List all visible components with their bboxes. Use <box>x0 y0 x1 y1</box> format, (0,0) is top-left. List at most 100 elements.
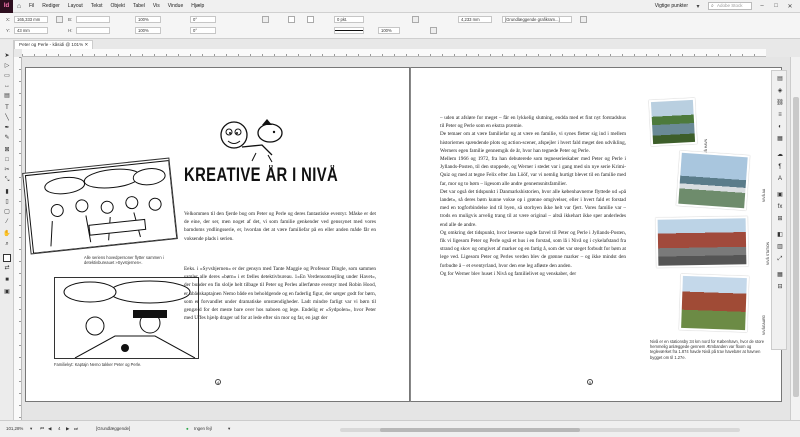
master-style-select[interactable]: [Grundlæggende] <box>96 426 130 431</box>
photo-boats[interactable] <box>676 150 750 211</box>
quick-apply-icon[interactable] <box>580 16 587 23</box>
scissors-icon[interactable]: ✂ <box>3 166 11 174</box>
preflight-menu-icon[interactable]: ▾ <box>228 426 230 432</box>
text-wrap-icon[interactable] <box>430 27 437 34</box>
stock-search-input[interactable]: ⌕ Adobe Stock <box>708 2 752 10</box>
vertical-scroll-thumb[interactable] <box>793 97 799 397</box>
tab-document[interactable]: Peter og Perle - kåsidi @ 101% ✕ <box>14 40 94 49</box>
links-panel-icon[interactable]: ⛓ <box>775 99 785 108</box>
menu-table[interactable]: Tabel <box>129 3 149 9</box>
photo-station[interactable] <box>655 216 749 268</box>
prev-page-icon[interactable]: ◀ <box>48 426 51 432</box>
swatches-panel-icon[interactable]: ▦ <box>775 135 785 144</box>
apply-color-icon[interactable]: ■ <box>3 276 11 284</box>
rect-frame-icon[interactable]: ⊠ <box>3 146 11 154</box>
menu-help[interactable]: Hjælp <box>187 3 208 9</box>
zoom-tool-icon[interactable]: ⌕ <box>3 240 11 248</box>
chevron-down-icon[interactable]: ▾ <box>30 426 32 432</box>
menu-layout[interactable]: Layout <box>64 3 87 9</box>
hand-tool-icon[interactable]: ✋ <box>3 230 11 238</box>
minimize-icon[interactable]: – <box>758 3 766 9</box>
fill-color-icon[interactable] <box>3 254 11 262</box>
shear-field[interactable]: 0° <box>190 27 216 34</box>
comic-panel-2[interactable] <box>54 277 199 359</box>
note-tool-icon[interactable]: ▢ <box>3 208 11 216</box>
mascot-drawing[interactable] <box>212 115 292 165</box>
fill-swatch-icon[interactable] <box>288 16 295 23</box>
flip-icon[interactable] <box>262 16 269 23</box>
horizontal-scroll-thumb[interactable] <box>380 428 580 432</box>
menu-window[interactable]: Vindue <box>164 3 187 9</box>
x-field[interactable]: 165,333 mm <box>14 16 48 23</box>
scale-x-field[interactable]: 100% <box>135 16 161 23</box>
free-transform-icon[interactable]: ⤡ <box>3 176 11 184</box>
maximize-icon[interactable]: □ <box>772 3 780 9</box>
text-wrap-panel-icon[interactable]: ▣ <box>775 191 785 200</box>
content-collector-icon[interactable]: ▤ <box>3 92 11 100</box>
stroke-weight-field[interactable]: 0 pkt. <box>334 16 364 23</box>
caption-comic-1[interactable]: Alle seriens hovedpersoner flytter samme… <box>84 255 194 265</box>
menu-view[interactable]: Vis <box>149 3 164 9</box>
stroke-type-select[interactable] <box>334 27 364 34</box>
color-panel-icon[interactable]: ◐ <box>775 123 785 132</box>
first-page-icon[interactable]: ⏮ <box>40 426 44 431</box>
photo-harbor[interactable] <box>648 97 698 147</box>
caption-photos[interactable]: Nivå er en stationsby 34 km nord for Køb… <box>650 339 766 360</box>
object-style-select[interactable]: [Grundlæggende grafikram...] <box>502 16 572 23</box>
table-panel-icon[interactable]: ▦ <box>775 271 785 280</box>
w-field[interactable] <box>76 16 110 23</box>
home-icon[interactable]: ⌂ <box>13 3 25 10</box>
comic-panel-1[interactable] <box>22 157 178 255</box>
photo-brickworks[interactable] <box>679 273 749 333</box>
left-body-text[interactable]: Eeks. i »Syvsbjernen« er der gensyn med … <box>184 265 376 368</box>
character-styles-icon[interactable]: A <box>775 175 785 184</box>
swap-colors-icon[interactable]: ⇄ <box>3 264 11 272</box>
align-panel-icon[interactable]: ⊞ <box>775 215 785 224</box>
horizontal-ruler[interactable] <box>22 49 766 57</box>
right-body-text[interactable]: – uden at afsløre for meget – får en lyk… <box>440 114 626 369</box>
stroke-swatch-icon[interactable] <box>307 16 314 23</box>
line-tool-icon[interactable]: ╲ <box>3 114 11 122</box>
menu-text[interactable]: Tekst <box>87 3 107 9</box>
direct-selection-icon[interactable]: ▷ <box>3 62 11 70</box>
opacity-field[interactable]: 100% <box>378 27 400 34</box>
rotate-field[interactable]: 0° <box>190 16 216 23</box>
left-intro-text[interactable]: Velkommen til den fjerde bog om Peter og… <box>184 210 376 256</box>
document-canvas[interactable]: KREATIVE ÅR I NIVÅ Alle seriens hovedper… <box>22 57 790 420</box>
pen-tool-icon[interactable]: ✒ <box>3 124 11 132</box>
page-field[interactable]: 4 <box>58 426 60 431</box>
effects-panel-icon[interactable]: fx <box>775 203 785 212</box>
h-field[interactable] <box>76 27 110 34</box>
menu-file[interactable]: Fil <box>25 3 38 9</box>
last-page-icon[interactable]: ⏭ <box>74 426 78 431</box>
chevron-down-icon[interactable]: ▾ <box>694 3 702 10</box>
scale-y-field[interactable]: 100% <box>135 27 161 34</box>
vertical-scrollbar[interactable] <box>790 57 800 420</box>
horizontal-scrollbar[interactable] <box>340 428 740 432</box>
stroke-panel-icon[interactable]: ≡ <box>775 111 785 120</box>
transform-panel-icon[interactable]: ⤢ <box>775 255 785 264</box>
cc-libraries-icon[interactable]: ☁ <box>775 151 785 160</box>
y-field[interactable]: 43 mm <box>14 27 48 34</box>
vertical-ruler[interactable] <box>14 57 22 420</box>
menu-object[interactable]: Objekt <box>106 3 128 9</box>
gradient-feather-icon[interactable]: ▯ <box>3 198 11 206</box>
ref-size-field[interactable]: 4,233 mm <box>458 16 492 23</box>
cell-styles-icon[interactable]: ⊟ <box>775 283 785 292</box>
fx-icon[interactable] <box>412 16 419 23</box>
reference-point-icon[interactable] <box>56 16 63 23</box>
workspace-switcher[interactable]: Vigtige punkter <box>655 3 688 9</box>
eyedropper-icon[interactable]: ⁄ <box>3 218 11 226</box>
close-tab-icon[interactable]: ✕ <box>84 42 88 47</box>
next-page-icon[interactable]: ▶ <box>66 426 69 432</box>
pathfinder-panel-icon[interactable]: ◧ <box>775 231 785 240</box>
close-icon[interactable]: ✕ <box>786 3 794 10</box>
pencil-tool-icon[interactable]: ✎ <box>3 134 11 142</box>
gradient-panel-icon[interactable]: ▥ <box>775 243 785 252</box>
layers-panel-icon[interactable]: ◈ <box>775 87 785 96</box>
paragraph-styles-icon[interactable]: ¶ <box>775 163 785 172</box>
screen-mode-icon[interactable]: ▣ <box>3 288 11 296</box>
selection-tool-icon[interactable]: ➤ <box>3 52 11 60</box>
type-tool-icon[interactable]: T <box>3 104 11 112</box>
pages-panel-icon[interactable]: ▤ <box>775 75 785 84</box>
